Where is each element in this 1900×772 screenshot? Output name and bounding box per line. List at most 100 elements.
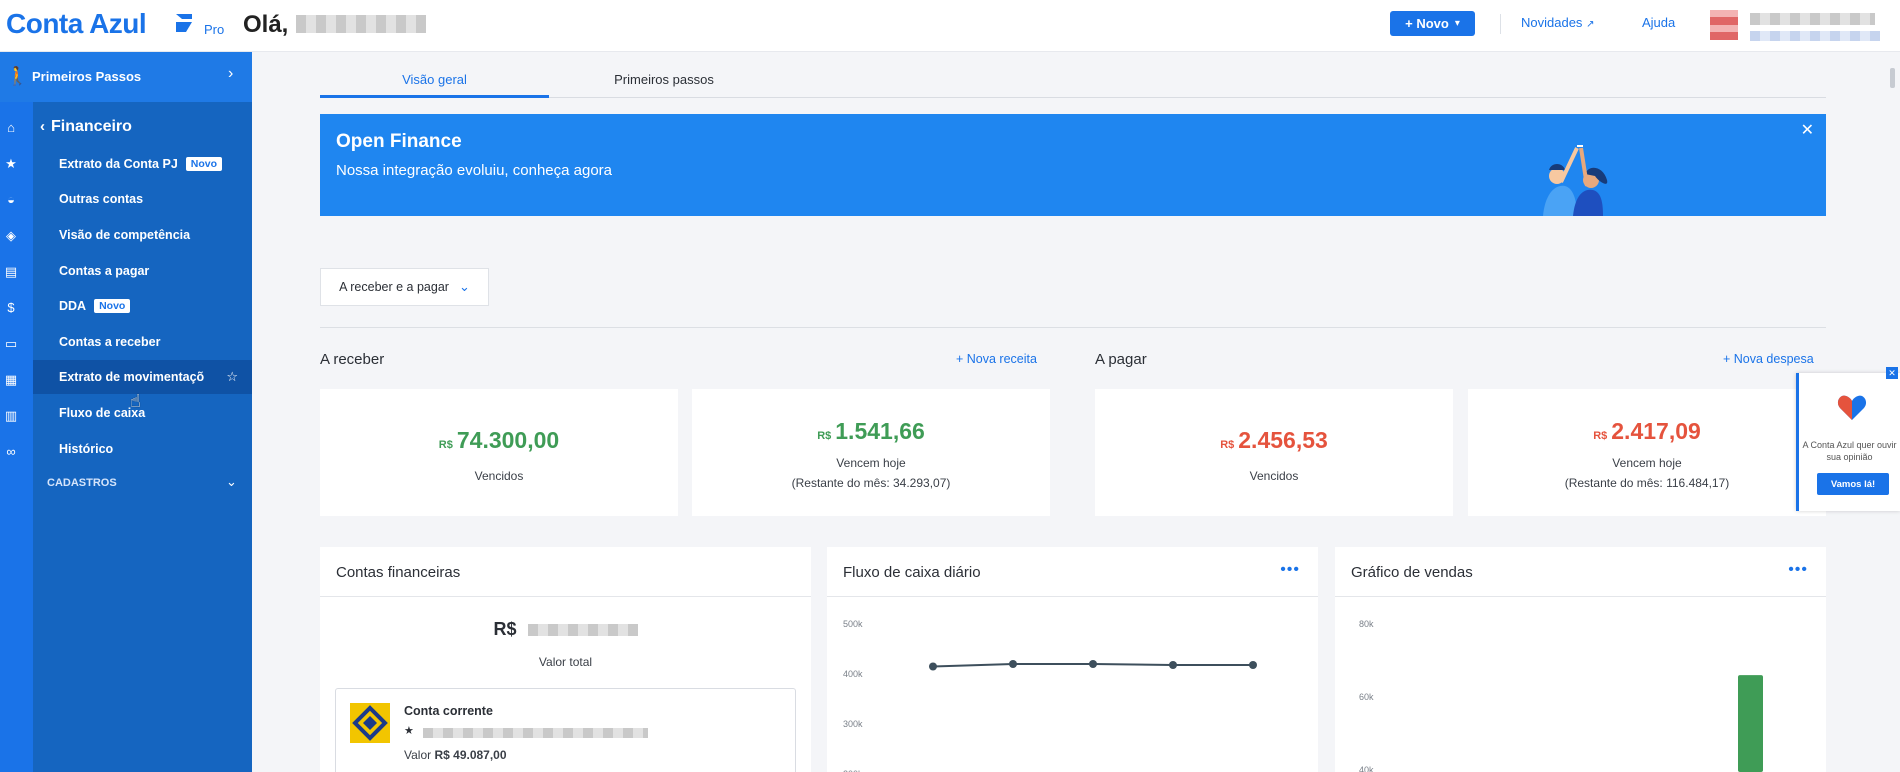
feedback-widget: ✕ A Conta Azul quer ouvir sua opinião Va… [1796, 367, 1900, 511]
account-value-amount: R$ 49.087,00 [434, 748, 507, 762]
amount: R$ 1.541,66 [692, 418, 1050, 445]
amount: R$ 2.456,53 [1095, 427, 1453, 454]
sidebar-item-outras-contas[interactable]: Outras contas [33, 182, 252, 216]
period-filter-dropdown[interactable]: A receber e a pagar ⌄ [320, 268, 489, 306]
chevron-down-icon: ▾ [1454, 18, 1460, 29]
more-options-icon[interactable]: ••• [1788, 561, 1808, 579]
sidebar-item-label: Outras contas [59, 192, 144, 206]
currency: R$ [1220, 439, 1235, 451]
dollar-icon[interactable]: $ [0, 300, 22, 315]
open-finance-banner[interactable]: Open Finance Nossa integração evoluiu, c… [320, 114, 1826, 216]
sidebar-item-visao-competencia[interactable]: Visão de competência [33, 218, 252, 252]
fluxo-data-point[interactable] [1169, 661, 1177, 669]
tab-visao-geral[interactable]: Visão geral [320, 72, 549, 98]
handshake-icon[interactable]: ◈ [0, 228, 22, 244]
sidebar-item-contas-pagar[interactable]: Contas a pagar [33, 254, 252, 288]
total-label: Valor total [538, 655, 593, 669]
fluxo-data-point[interactable] [1089, 660, 1097, 668]
card-extra: (Restante do mês: 116.484,17) [1564, 476, 1730, 490]
card-label: Vencem hoje [1612, 456, 1682, 470]
sidebar-item-label: Visão de competência [59, 228, 191, 242]
link-icon[interactable]: ∞ [0, 444, 22, 459]
card-label: Vencidos [474, 469, 524, 483]
greeting: Olá, [243, 11, 289, 38]
chevron-down-icon[interactable]: ⌄ [226, 474, 237, 490]
new-button-label: + Novo [1405, 16, 1449, 31]
account-name: Conta corrente [404, 704, 493, 718]
grafico-vendas-panel: Gráfico de vendas ••• 80k 60k 40k [1335, 547, 1826, 772]
card-label: Vencem hoje [836, 456, 906, 470]
amount-value: 2.456,53 [1238, 427, 1328, 453]
vendas-bar[interactable] [1738, 675, 1763, 772]
novidades-link[interactable]: Novidades ↗ [1521, 15, 1594, 30]
card-icon[interactable]: ▭ [0, 336, 22, 352]
walking-person-icon: 🚶 [6, 66, 29, 86]
currency: R$ [493, 619, 517, 639]
fluxo-data-point[interactable] [1249, 661, 1257, 669]
currency: R$ [817, 430, 832, 442]
account-value: Valor R$ 49.087,00 [404, 748, 507, 762]
value-label: Valor [404, 748, 432, 762]
external-link-icon: ↗ [1586, 19, 1595, 30]
amount: R$ 74.300,00 [320, 427, 678, 454]
sidebar-item-fluxo-caixa[interactable]: Fluxo de caixa [33, 396, 252, 430]
sidebar-item-contas-receber[interactable]: Contas a receber [33, 325, 252, 359]
amount-value: 2.417,09 [1611, 418, 1701, 444]
star-icon[interactable]: ★ [404, 724, 414, 737]
company-info-blurred [1750, 31, 1880, 41]
more-options-icon[interactable]: ••• [1280, 561, 1300, 579]
panel-title: Contas financeiras [320, 547, 811, 597]
tab-bar: Visão geral Primeiros passos [320, 72, 1826, 98]
chart-icon[interactable]: ▥ [0, 408, 22, 424]
favorite-star-icon[interactable]: ☆ [226, 369, 238, 385]
filter-label: A receber e a pagar [339, 280, 449, 294]
fluxo-data-point[interactable] [1009, 660, 1017, 668]
pagar-hoje-card[interactable]: R$ 2.417,09 Vencem hoje (Restante do mês:… [1468, 389, 1826, 516]
sidebar-item-historico[interactable]: Histórico [33, 432, 252, 466]
account-card[interactable]: Conta corrente ★ Valor R$ 49.087,00 [335, 688, 796, 772]
sidebar-item-label: Contas a receber [59, 335, 161, 349]
chevron-left-icon: ‹ [40, 118, 45, 135]
sidebar-item-label: Histórico [59, 442, 114, 456]
scrollbar[interactable] [1890, 62, 1895, 772]
receber-vencidos-card[interactable]: R$ 74.300,00 Vencidos [320, 389, 678, 516]
nova-receita-link[interactable]: + Nova receita [956, 352, 1037, 366]
a-pagar-title: A pagar [1095, 351, 1147, 368]
sidebar-item-extrato-movimentacoes[interactable]: Extrato de movimentaçõ ☆ [33, 360, 252, 394]
pagar-vencidos-card[interactable]: R$ 2.456,53 Vencidos [1095, 389, 1453, 516]
scrollbar-thumb[interactable] [1890, 68, 1895, 88]
vendas-bar-chart [1738, 675, 1763, 772]
home-icon[interactable]: ⌂ [0, 120, 22, 135]
boxes-icon[interactable]: ▦ [0, 372, 22, 388]
sidebar-item-dda[interactable]: DDA Novo [33, 289, 252, 323]
receber-hoje-card[interactable]: R$ 1.541,66 Vencem hoje (Restante do mês:… [692, 389, 1050, 516]
grafico-vendas-title: Gráfico de vendas [1351, 564, 1473, 581]
user-info-blurred [1750, 13, 1875, 25]
contas-financeiras-title: Contas financeiras [336, 564, 461, 581]
primeiros-passos-bar[interactable]: 🚶 Primeiros Passos › [0, 52, 252, 102]
high-five-illustration-icon [1543, 145, 1608, 216]
sidebar-section-cadastros[interactable]: CADASTROS [47, 477, 117, 489]
feedback-text: A Conta Azul quer ouvir sua opinião [1802, 440, 1897, 462]
document-icon[interactable]: ▤ [0, 264, 22, 280]
nova-despesa-link[interactable]: + Nova despesa [1723, 352, 1814, 366]
panel-title: Gráfico de vendas ••• [1335, 547, 1826, 597]
sidebar-item-extrato-conta-pj[interactable]: Extrato da Conta PJ Novo [33, 147, 252, 181]
avatar[interactable] [1710, 10, 1738, 40]
card-label: Vencidos [1249, 469, 1299, 483]
basket-icon[interactable]: ◒ [0, 192, 22, 207]
user-name-blurred [296, 15, 426, 33]
star-icon[interactable]: ★ [0, 156, 22, 172]
new-button[interactable]: + Novo ▾ [1390, 11, 1475, 36]
logo[interactable]: Conta Azul [6, 8, 147, 40]
close-icon[interactable]: ✕ [1801, 120, 1814, 140]
fluxo-data-point[interactable] [929, 662, 937, 671]
ajuda-link[interactable]: Ajuda [1642, 15, 1675, 30]
sidebar-section-financeiro[interactable]: ‹ Financeiro [40, 118, 132, 136]
top-bar: Conta Azul Pro Olá, + Novo ▾ Novidades ↗… [0, 0, 1900, 52]
tab-primeiros-passos[interactable]: Primeiros passos [549, 72, 779, 98]
fluxo-line-chart [929, 660, 1257, 671]
a-receber-title: A receber [320, 351, 385, 368]
feedback-button[interactable]: Vamos lá! [1817, 473, 1889, 495]
conta-azul-logo-icon [176, 14, 192, 32]
